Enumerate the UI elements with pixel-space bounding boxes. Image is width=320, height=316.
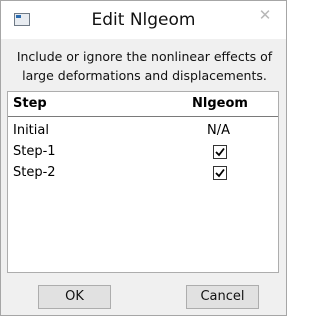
- nlgeom-checkbox[interactable]: [213, 145, 227, 159]
- ok-button[interactable]: OK: [38, 285, 111, 309]
- edit-nlgeom-dialog: Edit Nlgeom ✕ Include or ignore the nonl…: [0, 0, 287, 316]
- step-name: Step-1: [13, 144, 56, 159]
- description-line-1: Include or ignore the nonlinear effects …: [16, 49, 273, 64]
- description: Include or ignore the nonlinear effects …: [7, 47, 282, 85]
- column-header-step: Step: [13, 96, 47, 111]
- dialog-title: Edit Nlgeom: [91, 10, 196, 30]
- nlgeom-value: N/A: [207, 123, 230, 138]
- step-name: Initial: [13, 123, 49, 138]
- close-button[interactable]: ✕: [250, 5, 280, 25]
- nlgeom-table: Step Nlgeom Initial N/A Step-1 Step-2: [7, 91, 279, 273]
- nlgeom-checkbox[interactable]: [213, 166, 227, 180]
- table-row[interactable]: Step-1: [8, 143, 278, 163]
- cancel-button[interactable]: Cancel: [186, 285, 259, 309]
- table-row[interactable]: Step-2: [8, 164, 278, 184]
- description-line-2: large deformations and displacements.: [22, 68, 267, 83]
- checkmark-icon: [215, 147, 225, 157]
- table-header: Step Nlgeom: [8, 92, 278, 117]
- column-header-nlgeom: Nlgeom: [192, 96, 248, 111]
- table-row[interactable]: Initial N/A: [8, 122, 278, 142]
- step-name: Step-2: [13, 165, 56, 180]
- title-bar: Edit Nlgeom ✕: [1, 1, 286, 39]
- checkmark-icon: [215, 168, 225, 178]
